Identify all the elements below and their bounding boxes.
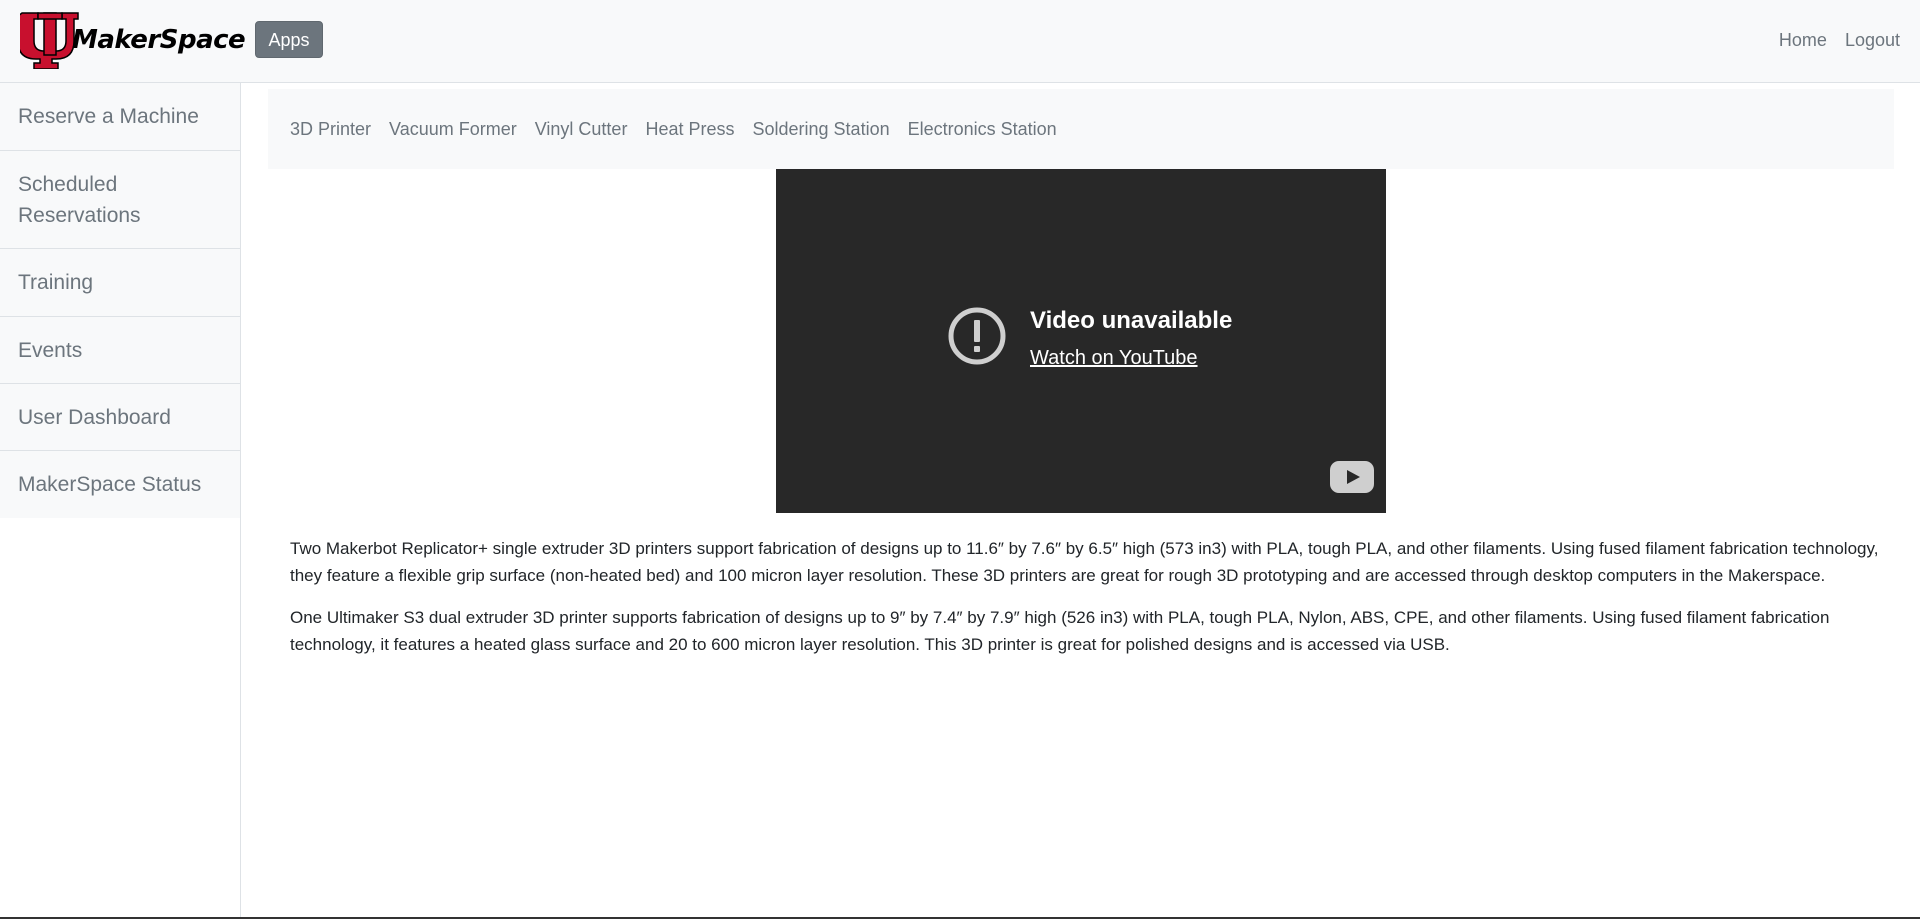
exclamation-circle-icon xyxy=(948,307,1006,365)
description-paragraph: One Ultimaker S3 dual extruder 3D printe… xyxy=(290,608,1830,654)
youtube-icon[interactable] xyxy=(1330,461,1374,493)
description-paragraph: Two Makerbot Replicator+ single extruder… xyxy=(290,539,1879,585)
top-nav: Home Logout xyxy=(1779,30,1900,51)
makerspace-logo[interactable]: MakerSpace xyxy=(11,11,246,70)
ut-logo-icon xyxy=(11,12,79,70)
sidebar-item-training[interactable]: Training xyxy=(0,249,240,317)
sidebar: Reserve a Machine Scheduled Reservations… xyxy=(0,83,241,919)
sidebar-item-events[interactable]: Events xyxy=(0,317,240,384)
sidebar-item-reserve-machine[interactable]: Reserve a Machine xyxy=(0,83,240,151)
watch-on-youtube-link[interactable]: Watch on YouTube xyxy=(1030,347,1198,370)
tab-3d-printer[interactable]: 3D Printer xyxy=(290,119,371,140)
tab-electronics-station[interactable]: Electronics Station xyxy=(908,119,1057,140)
sidebar-item-scheduled-reservations[interactable]: Scheduled Reservations xyxy=(0,151,240,249)
nav-logout-link[interactable]: Logout xyxy=(1845,30,1900,51)
machine-description: Two Makerbot Replicator+ single extruder… xyxy=(290,536,1882,674)
tab-vinyl-cutter[interactable]: Vinyl Cutter xyxy=(535,119,628,140)
top-navbar: MakerSpace Apps Home Logout xyxy=(0,0,1920,83)
sidebar-item-makerspace-status[interactable]: MakerSpace Status xyxy=(0,451,240,518)
apps-button[interactable]: Apps xyxy=(255,21,323,58)
tab-soldering-station[interactable]: Soldering Station xyxy=(753,119,890,140)
machine-tabs: 3D Printer Vacuum Former Vinyl Cutter He… xyxy=(268,89,1894,169)
tab-heat-press[interactable]: Heat Press xyxy=(645,119,734,140)
video-unavailable-title: Video unavailable xyxy=(1030,307,1233,334)
nav-home-link[interactable]: Home xyxy=(1779,30,1827,51)
sidebar-item-user-dashboard[interactable]: User Dashboard xyxy=(0,384,240,451)
tab-vacuum-former[interactable]: Vacuum Former xyxy=(389,119,517,140)
embedded-video[interactable]: Video unavailable Watch on YouTube xyxy=(776,169,1386,513)
logo-text: MakerSpace xyxy=(72,25,246,55)
